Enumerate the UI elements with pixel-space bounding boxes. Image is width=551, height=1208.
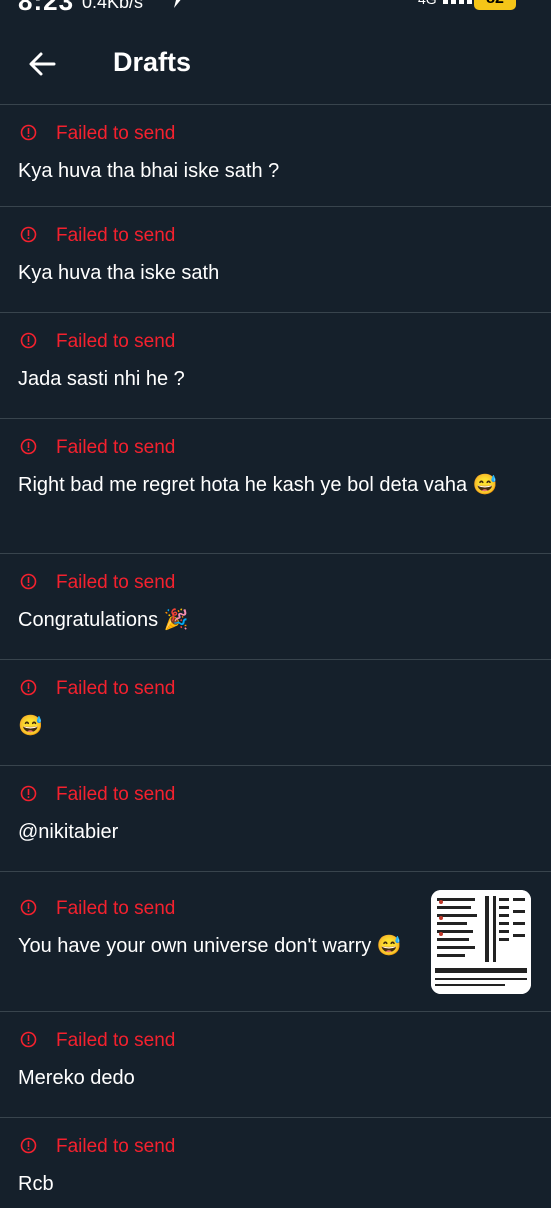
alert-circle-icon [20, 679, 37, 696]
page-title: Drafts [113, 47, 192, 77]
screenshot-thumbnail-image [431, 890, 531, 994]
alert-circle-icon [20, 899, 37, 916]
draft-image-thumbnail[interactable] [431, 890, 531, 994]
drafts-list: Failed to send Kya huva tha bhai iske sa… [0, 105, 551, 1208]
alert-circle-icon [20, 1031, 37, 1048]
draft-item[interactable]: Failed to send Rcb [0, 1118, 551, 1208]
failed-to-send-label: Failed to send [56, 898, 176, 919]
status-time: 8:23 [18, 0, 74, 14]
draft-status: Failed to send [18, 1132, 551, 1160]
alert-circle-icon [20, 1137, 37, 1154]
draft-status: Failed to send [18, 327, 551, 355]
failed-to-send-label: Failed to send [56, 572, 176, 593]
alert-circle-icon [20, 785, 37, 802]
draft-text: Mereko dedo [18, 1067, 135, 1089]
draft-item[interactable]: Failed to send Congratulations 🎉 [0, 554, 551, 660]
draft-item[interactable]: Failed to send Mereko dedo [0, 1012, 551, 1118]
draft-text: Congratulations 🎉 [18, 609, 189, 631]
draft-item[interactable]: Failed to send @nikitabier [0, 766, 551, 872]
draft-text: You have your own universe don't warry 😅 [18, 935, 402, 957]
draft-item[interactable]: Failed to send Jada sasti nhi he ? [0, 313, 551, 419]
battery-indicator: 82 [474, 0, 516, 10]
network-speed: 0.4Kb/s [82, 0, 144, 12]
failed-to-send-label: Failed to send [56, 784, 176, 805]
draft-item[interactable]: Failed to send Kya huva tha bhai iske sa… [0, 105, 551, 207]
draft-item[interactable]: Failed to send Right bad me regret hota … [0, 419, 551, 554]
draft-text: @nikitabier [18, 821, 119, 843]
draft-text: Kya huva tha bhai iske sath ? [18, 160, 280, 182]
draft-text: Jada sasti nhi he ? [18, 368, 185, 390]
back-button[interactable] [24, 46, 60, 82]
alert-circle-icon [20, 226, 37, 243]
failed-to-send-label: Failed to send [56, 123, 176, 144]
draft-status: Failed to send [18, 568, 551, 596]
failed-to-send-label: Failed to send [56, 678, 176, 699]
alert-circle-icon [20, 332, 37, 349]
signal-bars-icon: 4G [418, 0, 475, 7]
lightning-icon [170, 0, 184, 13]
draft-item[interactable]: Failed to send 😅 [0, 660, 551, 766]
draft-status: Failed to send [18, 221, 551, 249]
network-type: 4G [418, 0, 437, 7]
alert-circle-icon [20, 438, 37, 455]
draft-item[interactable]: Failed to send You have your own univers… [0, 872, 551, 1012]
draft-status: Failed to send [18, 119, 551, 147]
arrow-left-icon [29, 52, 56, 76]
failed-to-send-label: Failed to send [56, 331, 176, 352]
failed-to-send-label: Failed to send [56, 437, 176, 458]
draft-item[interactable]: Failed to send Kya huva tha iske sath [0, 207, 551, 313]
failed-to-send-label: Failed to send [56, 1136, 176, 1157]
draft-status: Failed to send [18, 674, 551, 702]
draft-status: Failed to send [18, 1026, 551, 1054]
status-bar: 8:23 0.4Kb/s 4G 82 [0, 0, 551, 14]
draft-text: Rcb [18, 1173, 54, 1195]
draft-text: Right bad me regret hota he kash ye bol … [18, 474, 498, 496]
draft-text: 😅 [18, 715, 43, 737]
alert-circle-icon [20, 573, 37, 590]
draft-status: Failed to send [18, 433, 551, 461]
alert-circle-icon [20, 124, 37, 141]
failed-to-send-label: Failed to send [56, 1030, 176, 1051]
draft-text: Kya huva tha iske sath [18, 262, 220, 284]
draft-status: Failed to send [18, 780, 551, 808]
top-app-bar: Drafts [0, 14, 551, 104]
failed-to-send-label: Failed to send [56, 225, 176, 246]
